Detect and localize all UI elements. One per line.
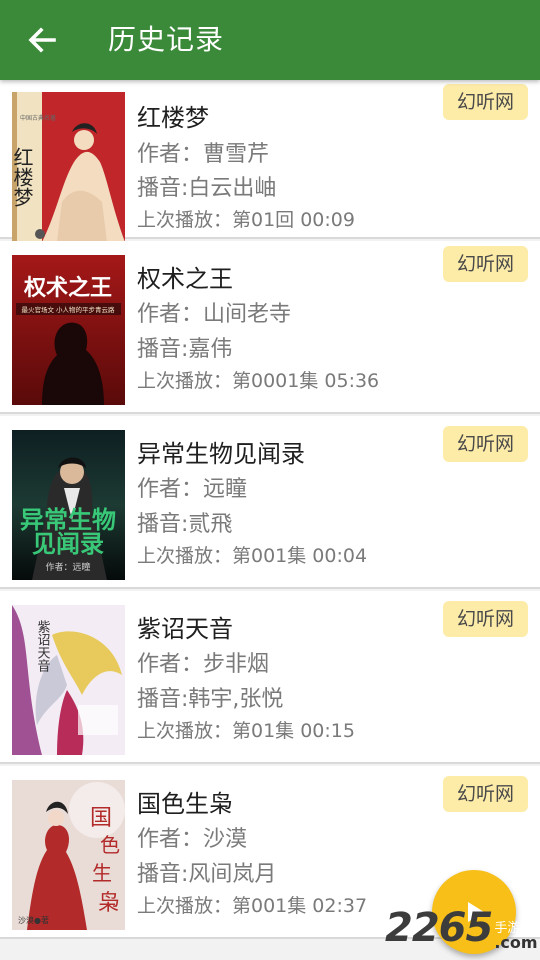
book-narrator: 播音:白云出岫 — [137, 176, 277, 201]
book-author: 作者：远瞳 — [137, 477, 248, 502]
source-badge[interactable]: 幻听网 — [443, 776, 528, 812]
svg-text:沙漠●著: 沙漠●著 — [18, 915, 49, 925]
book-author: 作者：山间老寺 — [137, 302, 292, 327]
last-play-position: 上次播放：第01回 00:09 — [137, 209, 355, 231]
book-cover: 异常生物 见闻录 作者：远瞳 — [12, 430, 125, 580]
app-bar: 历史记录 — [0, 0, 540, 80]
last-play-position: 上次播放：第001集 00:04 — [137, 545, 368, 567]
book-title: 权术之王 — [137, 265, 233, 293]
last-play-position: 上次播放：第001集 02:37 — [137, 895, 368, 917]
book-cover: 权术之王 最火官场文 小人物的平步青云路 — [12, 255, 125, 405]
arrow-left-icon — [28, 27, 56, 53]
source-badge[interactable]: 幻听网 — [443, 426, 528, 462]
book-narrator: 播音:贰飛 — [137, 512, 233, 537]
play-icon — [468, 902, 484, 922]
book-title: 异常生物见闻录 — [137, 440, 305, 468]
svg-text:最火官场文 小人物的平步青云路: 最火官场文 小人物的平步青云路 — [21, 305, 115, 314]
svg-text:中国古典名著: 中国古典名著 — [20, 114, 56, 122]
svg-text:枭: 枭 — [98, 891, 120, 916]
svg-text:作者：远瞳: 作者：远瞳 — [45, 561, 90, 573]
history-item[interactable]: 异常生物 见闻录 作者：远瞳 异常生物见闻录 作者：远瞳 播音:贰飛 上次播放：… — [0, 416, 540, 589]
book-narrator: 播音:风间岚月 — [137, 862, 277, 887]
svg-text:紫诏天音: 紫诏天音 — [35, 620, 51, 672]
source-badge[interactable]: 幻听网 — [443, 601, 528, 637]
svg-text:色: 色 — [100, 833, 120, 857]
book-author: 作者：曹雪芹 — [137, 142, 270, 167]
book-title: 红楼梦 — [137, 104, 209, 132]
book-author: 作者：沙漠 — [137, 827, 248, 852]
svg-text:见闻录: 见闻录 — [32, 530, 104, 558]
book-narrator: 播音:韩宇,张悦 — [137, 687, 284, 712]
source-badge[interactable]: 幻听网 — [443, 84, 528, 120]
source-badge[interactable]: 幻听网 — [443, 246, 528, 282]
book-cover: 紫诏天音 — [12, 605, 125, 755]
history-item[interactable]: 权术之王 最火官场文 小人物的平步青云路 权术之王 作者：山间老寺 播音:嘉伟 … — [0, 241, 540, 414]
svg-text:红楼梦: 红楼梦 — [12, 147, 34, 207]
last-play-position: 上次播放：第0001集 05:36 — [137, 370, 380, 392]
svg-text:权术之王: 权术之王 — [23, 275, 112, 301]
svg-text:生: 生 — [92, 861, 112, 885]
last-play-position: 上次播放：第01集 00:15 — [137, 720, 355, 742]
svg-text:国: 国 — [90, 806, 112, 831]
history-item[interactable]: 中国古典名著 红楼梦 红楼梦 作者：曹雪芹 播音:白云出岫 上次播放：第01回 … — [0, 80, 540, 242]
history-list[interactable]: 中国古典名著 红楼梦 红楼梦 作者：曹雪芹 播音:白云出岫 上次播放：第01回 … — [0, 80, 540, 960]
book-author: 作者：步非烟 — [137, 652, 270, 677]
book-narrator: 播音:嘉伟 — [137, 337, 233, 362]
play-fab-button[interactable] — [432, 870, 516, 954]
page-title: 历史记录 — [108, 23, 225, 56]
history-item[interactable]: 紫诏天音 紫诏天音 作者：步非烟 播音:韩宇,张悦 上次播放：第01集 00:1… — [0, 591, 540, 764]
book-title: 紫诏天音 — [137, 615, 233, 643]
book-cover: 中国古典名著 红楼梦 — [12, 92, 125, 242]
book-cover: 国 色 生 枭 沙漠●著 — [12, 780, 125, 930]
back-button[interactable] — [22, 20, 62, 60]
book-title: 国色生枭 — [137, 790, 233, 818]
